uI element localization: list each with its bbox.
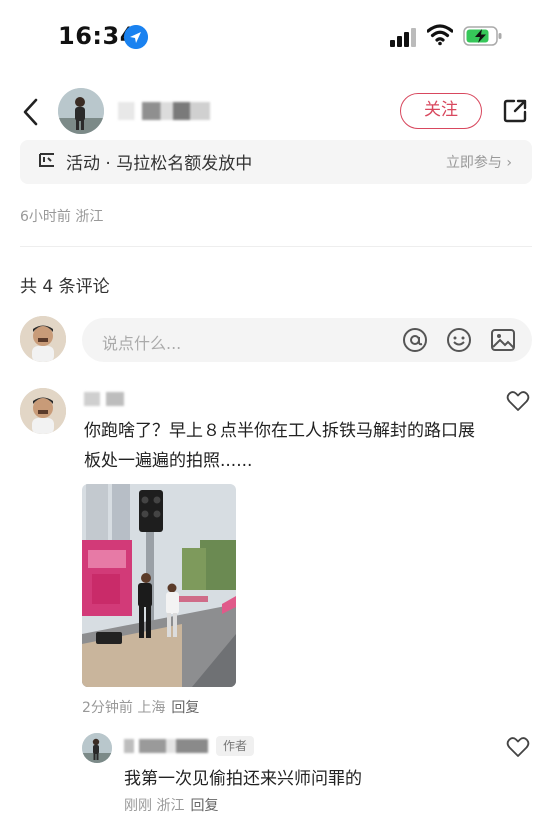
my-avatar (20, 316, 66, 362)
share-icon[interactable] (502, 98, 528, 124)
back-arrow-icon[interactable] (20, 98, 42, 126)
emoji-icon[interactable] (446, 327, 472, 353)
like-heart-icon[interactable] (506, 736, 530, 758)
post-time-location: 6小时前 浙江 (20, 209, 104, 225)
location-arrow-icon (124, 25, 148, 49)
comment-time-location: 2分钟前 上海 (82, 700, 166, 716)
wifi-icon (427, 24, 453, 46)
join-activity-link[interactable]: 立即参与 › (446, 152, 512, 172)
comment-input-placeholder: 说点什么... (102, 334, 182, 353)
battery-charging-icon (463, 26, 502, 46)
reply-meta: 刚刚 浙江 回复 (124, 795, 218, 815)
status-bar: 16:34 (0, 0, 550, 70)
author-badge: 作者 (216, 736, 255, 756)
reply-author-avatar[interactable] (82, 733, 112, 763)
comment-text: 你跑啥了？早上８点半你在工人拆铁马解封的路口展板处一遍遍的拍照...... (84, 421, 475, 471)
reply-author-name-redacted (124, 739, 208, 753)
activity-text: 活动 · 马拉松名额发放中 (66, 154, 253, 174)
comment-photo[interactable] (82, 484, 236, 687)
author-avatar[interactable] (58, 88, 104, 134)
comment-count: 共 4 条评论 (20, 277, 110, 297)
comment-meta: 2分钟前 上海 回复 (82, 697, 199, 717)
image-picker-icon[interactable] (490, 327, 516, 353)
reply-text: 我第一次见偷拍还来兴师问罪的 (124, 769, 362, 789)
commenter-avatar[interactable] (20, 388, 66, 434)
activity-icon (39, 153, 54, 167)
commenter-name-redacted (84, 392, 124, 406)
divider (20, 246, 532, 247)
like-heart-icon[interactable] (506, 390, 530, 412)
reply-button[interactable]: 回复 (190, 798, 218, 814)
mention-at-icon[interactable] (402, 327, 428, 353)
follow-button[interactable]: 关注 (400, 93, 482, 129)
activity-banner[interactable]: 活动 · 马拉松名额发放中 立即参与 › (20, 140, 532, 184)
reply-button[interactable]: 回复 (171, 700, 199, 716)
reply-time-location: 刚刚 浙江 (124, 798, 185, 814)
cellular-signal-icon (390, 27, 418, 47)
author-name-redacted (118, 102, 210, 120)
